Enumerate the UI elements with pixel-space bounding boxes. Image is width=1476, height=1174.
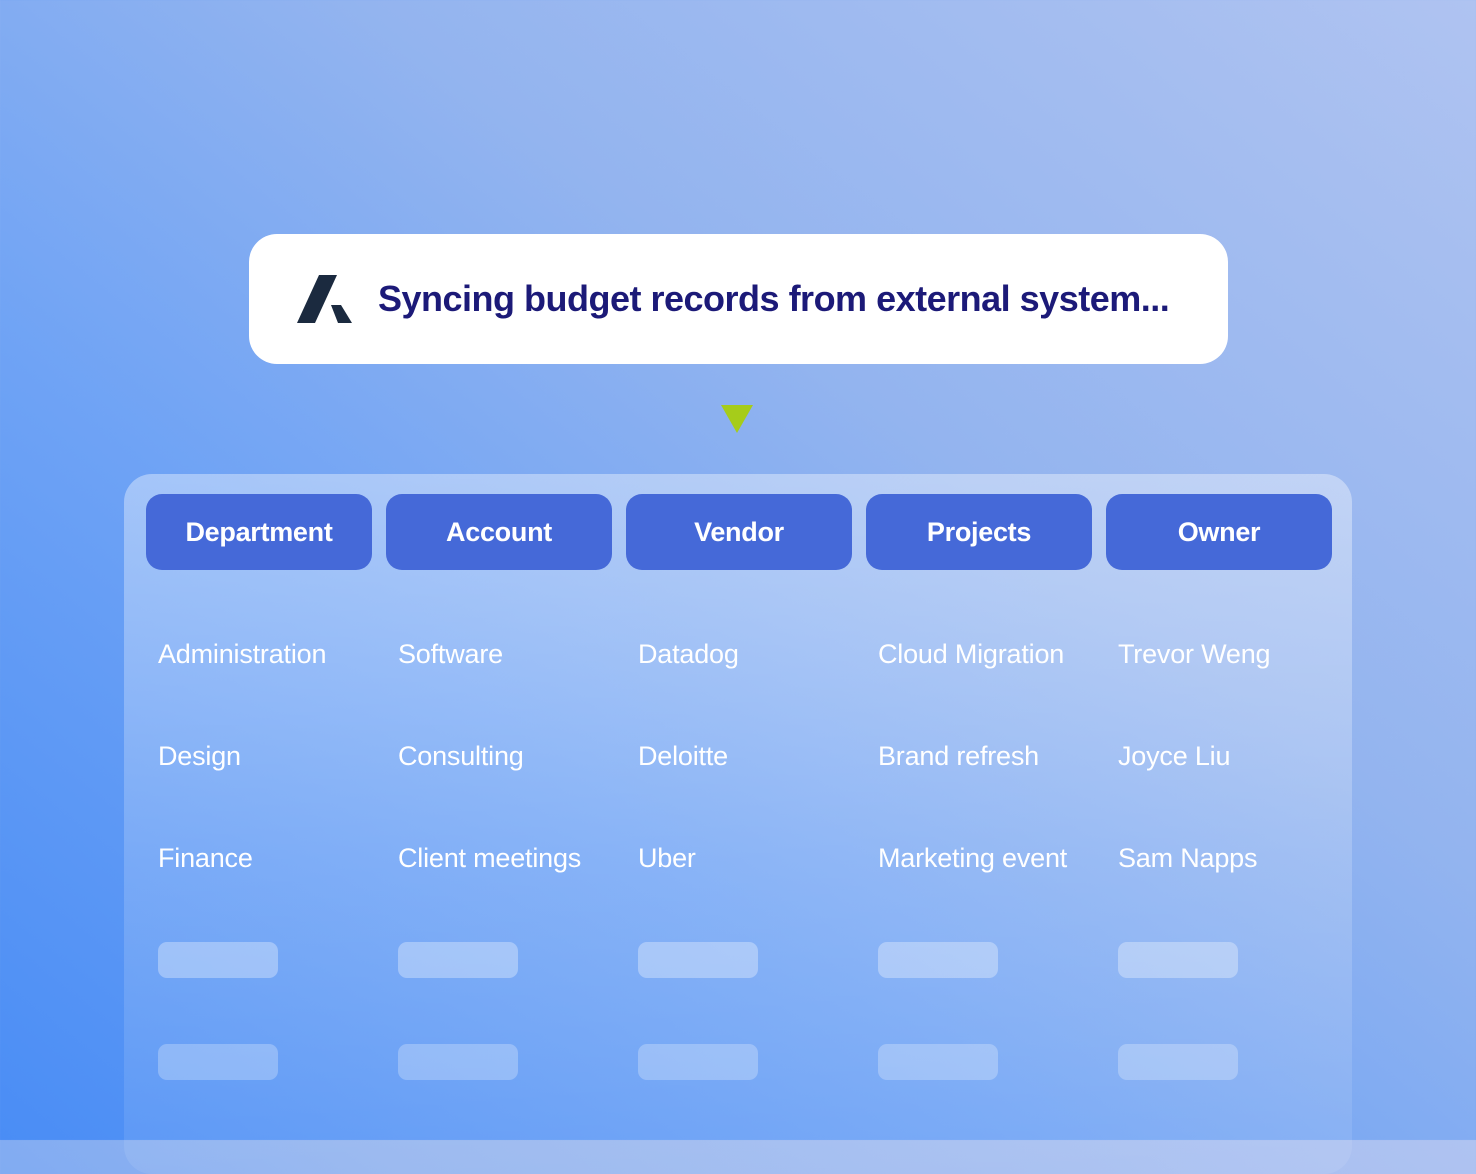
table-cell: Consulting (398, 741, 524, 771)
loading-placeholder (878, 942, 998, 978)
table-cell: Brand refresh (878, 741, 1039, 771)
table-cell: Cloud Migration (878, 639, 1065, 669)
table-cell: Joyce Liu (1118, 741, 1231, 771)
column-header-owner[interactable]: Owner (1106, 494, 1332, 570)
table-cell: Software (398, 639, 503, 669)
records-table: Department Account Vendor Projects Owner… (124, 474, 1352, 1174)
sync-status-banner: Syncing budget records from external sys… (249, 234, 1228, 364)
loading-placeholder (638, 1044, 758, 1080)
loading-placeholder (638, 942, 758, 978)
column-header-projects[interactable]: Projects (866, 494, 1092, 570)
column-header-department[interactable]: Department (146, 494, 372, 570)
table-cell: Administration (158, 639, 327, 669)
table-cell: Finance (158, 843, 253, 873)
table-cell: Deloitte (638, 741, 728, 771)
loading-placeholder (158, 1044, 278, 1080)
column-header-account[interactable]: Account (386, 494, 612, 570)
loading-placeholder (158, 942, 278, 978)
loading-placeholder (1118, 942, 1238, 978)
a-logo-icon (297, 275, 352, 323)
sync-message: Syncing budget records from external sys… (378, 278, 1170, 319)
table-cell: Design (158, 741, 241, 771)
table-cell: Client meetings (398, 843, 582, 873)
arrow-down-icon (721, 405, 753, 433)
table-cell: Datadog (638, 639, 739, 669)
table-cell: Sam Napps (1118, 843, 1258, 873)
loading-placeholder (1118, 1044, 1238, 1080)
column-header-vendor[interactable]: Vendor (626, 494, 852, 570)
table-cell: Trevor Weng (1118, 639, 1271, 669)
loading-placeholder (878, 1044, 998, 1080)
table-cell: Uber (638, 843, 696, 873)
table-cell: Marketing event (878, 843, 1068, 873)
loading-placeholder (398, 942, 518, 978)
loading-placeholder (398, 1044, 518, 1080)
